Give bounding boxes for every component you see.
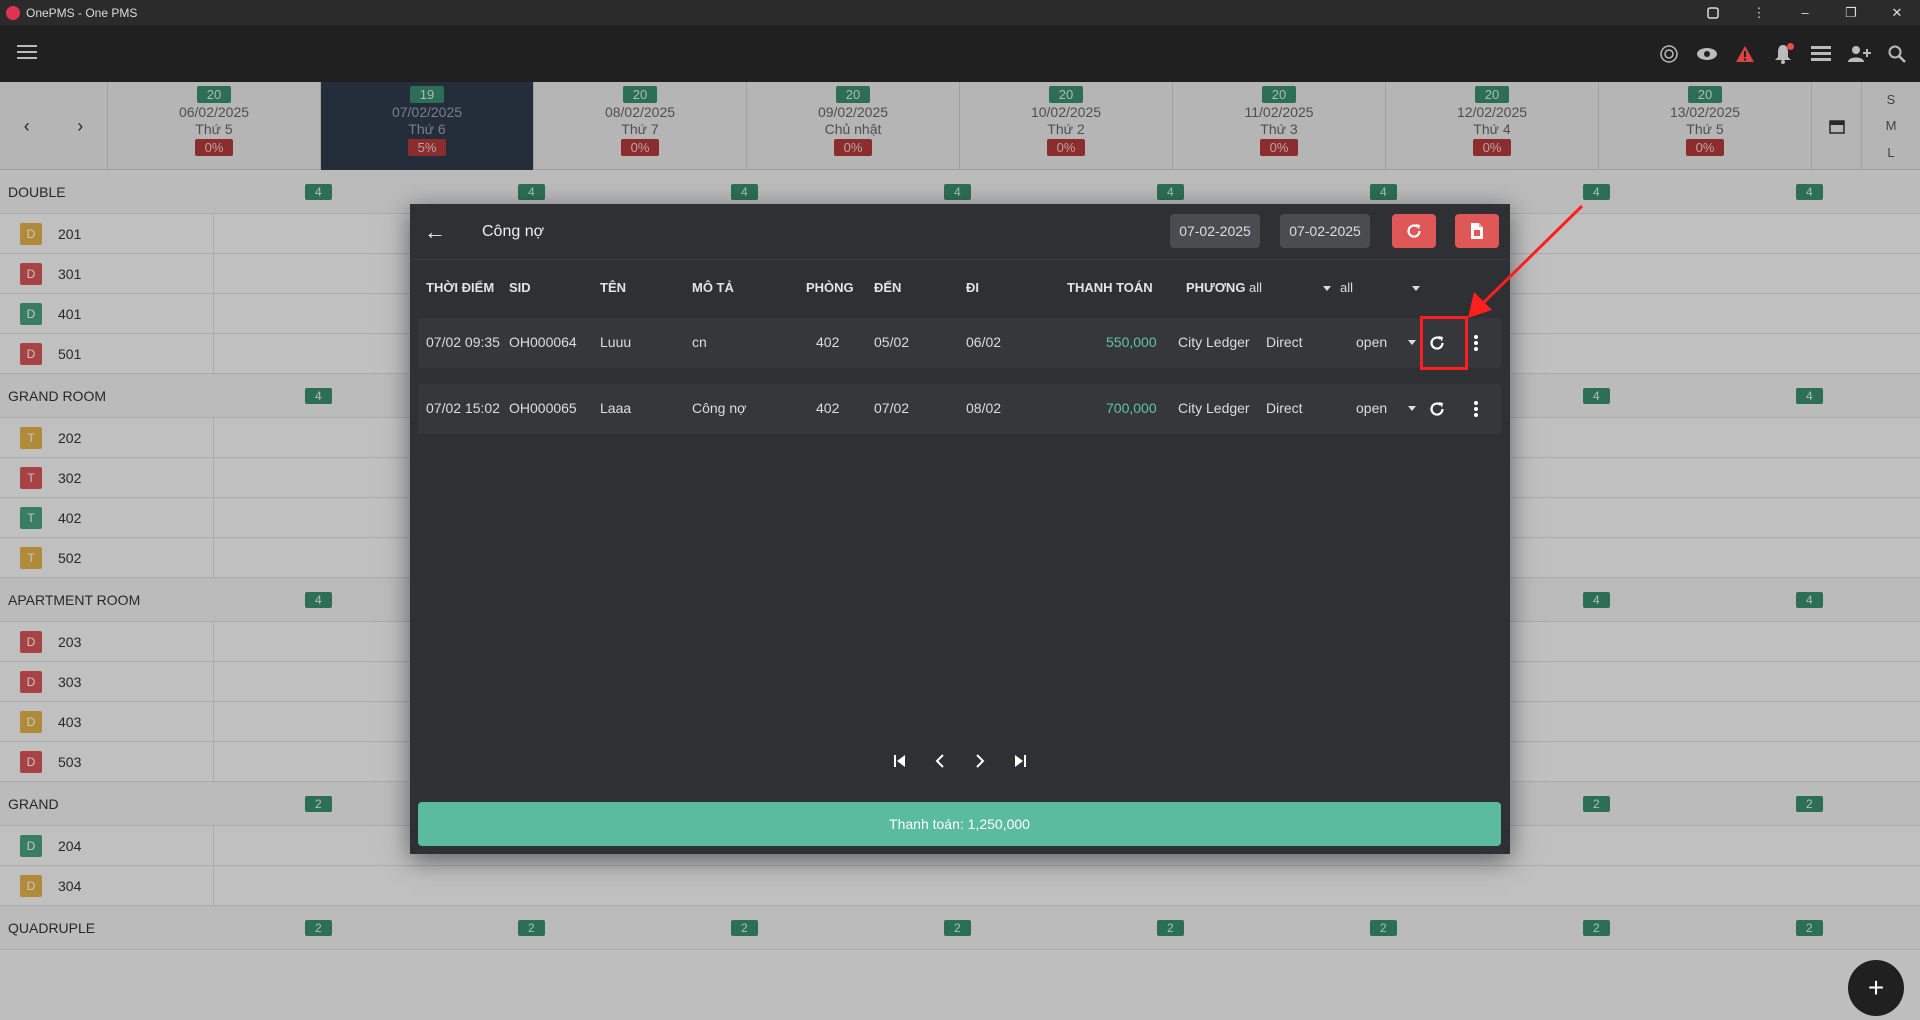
cell-room: 402: [816, 400, 840, 416]
back-arrow-icon[interactable]: ←: [424, 220, 448, 244]
status-value: open: [1356, 334, 1388, 350]
cell-arrive: 05/02: [874, 334, 910, 350]
close-button[interactable]: ✕: [1874, 0, 1920, 25]
status-value: open: [1356, 400, 1388, 416]
add-fab-button[interactable]: +: [1848, 960, 1904, 1016]
dialog-title: Công nợ: [482, 223, 545, 240]
col-depart: ĐI: [966, 280, 979, 295]
cell-method: City Ledger: [1178, 334, 1250, 350]
method-filter-select[interactable]: all: [1249, 280, 1331, 295]
col-sid: SID: [509, 280, 531, 295]
cell-depart: 06/02: [966, 334, 1002, 350]
fingerprint-icon[interactable]: [1656, 41, 1682, 67]
cell-channel: Direct: [1266, 334, 1303, 350]
table-row[interactable]: 07/02 15:02 OH000065 Laaa Công nợ 402 07…: [418, 384, 1501, 434]
refresh-row-icon[interactable]: [1424, 396, 1450, 422]
row-more-icon[interactable]: [1463, 396, 1489, 422]
col-time: THỜI ĐIỂM: [426, 280, 495, 295]
col-arrive: ĐẾN: [874, 280, 902, 295]
eye-icon[interactable]: [1694, 41, 1720, 67]
minimize-button[interactable]: –: [1782, 0, 1828, 25]
table-row[interactable]: 07/02 09:35 OH000064 Luuu cn 402 05/02 0…: [418, 318, 1501, 368]
hamburger-menu-icon[interactable]: [17, 45, 37, 59]
date-from-field[interactable]: 07-02-2025: [1170, 214, 1260, 248]
date-to-field[interactable]: 07-02-2025: [1280, 214, 1370, 248]
next-page-icon[interactable]: [971, 752, 989, 770]
search-icon[interactable]: [1884, 41, 1910, 67]
col-name: TÊN: [600, 280, 626, 295]
cell-amount: 700,000: [1106, 400, 1157, 416]
debt-dialog: ← Công nợ 07-02-2025 07-02-2025 THỜI ĐIỂ…: [410, 204, 1510, 854]
col-desc: MÔ TẢ: [692, 280, 734, 295]
col-method: PHƯƠNG: [1186, 280, 1246, 295]
notification-bell-icon[interactable]: [1770, 41, 1796, 67]
status-select[interactable]: open: [1356, 334, 1416, 350]
add-user-icon[interactable]: [1846, 41, 1872, 67]
cell-arrive: 07/02: [874, 400, 910, 416]
list-view-icon[interactable]: [1808, 41, 1834, 67]
status-select[interactable]: open: [1356, 400, 1416, 416]
window-titlebar: OnePMS - One PMS ⋮ – ❐ ✕: [0, 0, 1920, 25]
app-logo-icon: [6, 5, 20, 20]
total-payment-bar[interactable]: Thanh toán: 1,250,000: [418, 802, 1501, 846]
col-payment: THANH TOÁN: [1067, 280, 1153, 295]
more-vert-icon[interactable]: ⋮: [1736, 0, 1782, 25]
cell-time: 07/02 09:35: [426, 334, 500, 350]
cell-time: 07/02 15:02: [426, 400, 500, 416]
cell-depart: 08/02: [966, 400, 1002, 416]
cell-desc: cn: [692, 334, 707, 350]
restore-button[interactable]: ❐: [1828, 0, 1874, 25]
pagination: [410, 752, 1510, 776]
method-filter-value: all: [1249, 280, 1263, 295]
last-page-icon[interactable]: [1011, 752, 1029, 770]
cell-channel: Direct: [1266, 400, 1303, 416]
status-filter-value: all: [1340, 280, 1354, 295]
cell-room: 402: [816, 334, 840, 350]
first-page-icon[interactable]: [891, 752, 909, 770]
status-filter-select[interactable]: all: [1340, 280, 1420, 295]
cell-desc: Công nợ: [692, 400, 747, 416]
cell-sid: OH000064: [509, 334, 577, 350]
warning-icon[interactable]: [1732, 41, 1758, 67]
col-room: PHÒNG: [806, 280, 854, 295]
refresh-button[interactable]: [1392, 214, 1436, 248]
cell-name: Laaa: [600, 400, 632, 416]
annotation-arrow: [1468, 204, 1584, 318]
refresh-icon: [1407, 224, 1421, 238]
dialog-header: ← Công nợ 07-02-2025 07-02-2025: [410, 204, 1510, 260]
cell-sid: OH000065: [509, 400, 577, 416]
app-bar: [0, 25, 1920, 82]
extensions-icon[interactable]: [1690, 0, 1736, 25]
cell-amount: 550,000: [1106, 334, 1157, 350]
prev-page-icon[interactable]: [931, 752, 949, 770]
window-title: OnePMS - One PMS: [26, 5, 138, 20]
cell-method: City Ledger: [1178, 400, 1250, 416]
cell-name: Luuu: [600, 334, 632, 350]
table-header: THỜI ĐIỂM SID TÊN MÔ TẢ PHÒNG ĐẾN ĐI THA…: [410, 260, 1510, 310]
